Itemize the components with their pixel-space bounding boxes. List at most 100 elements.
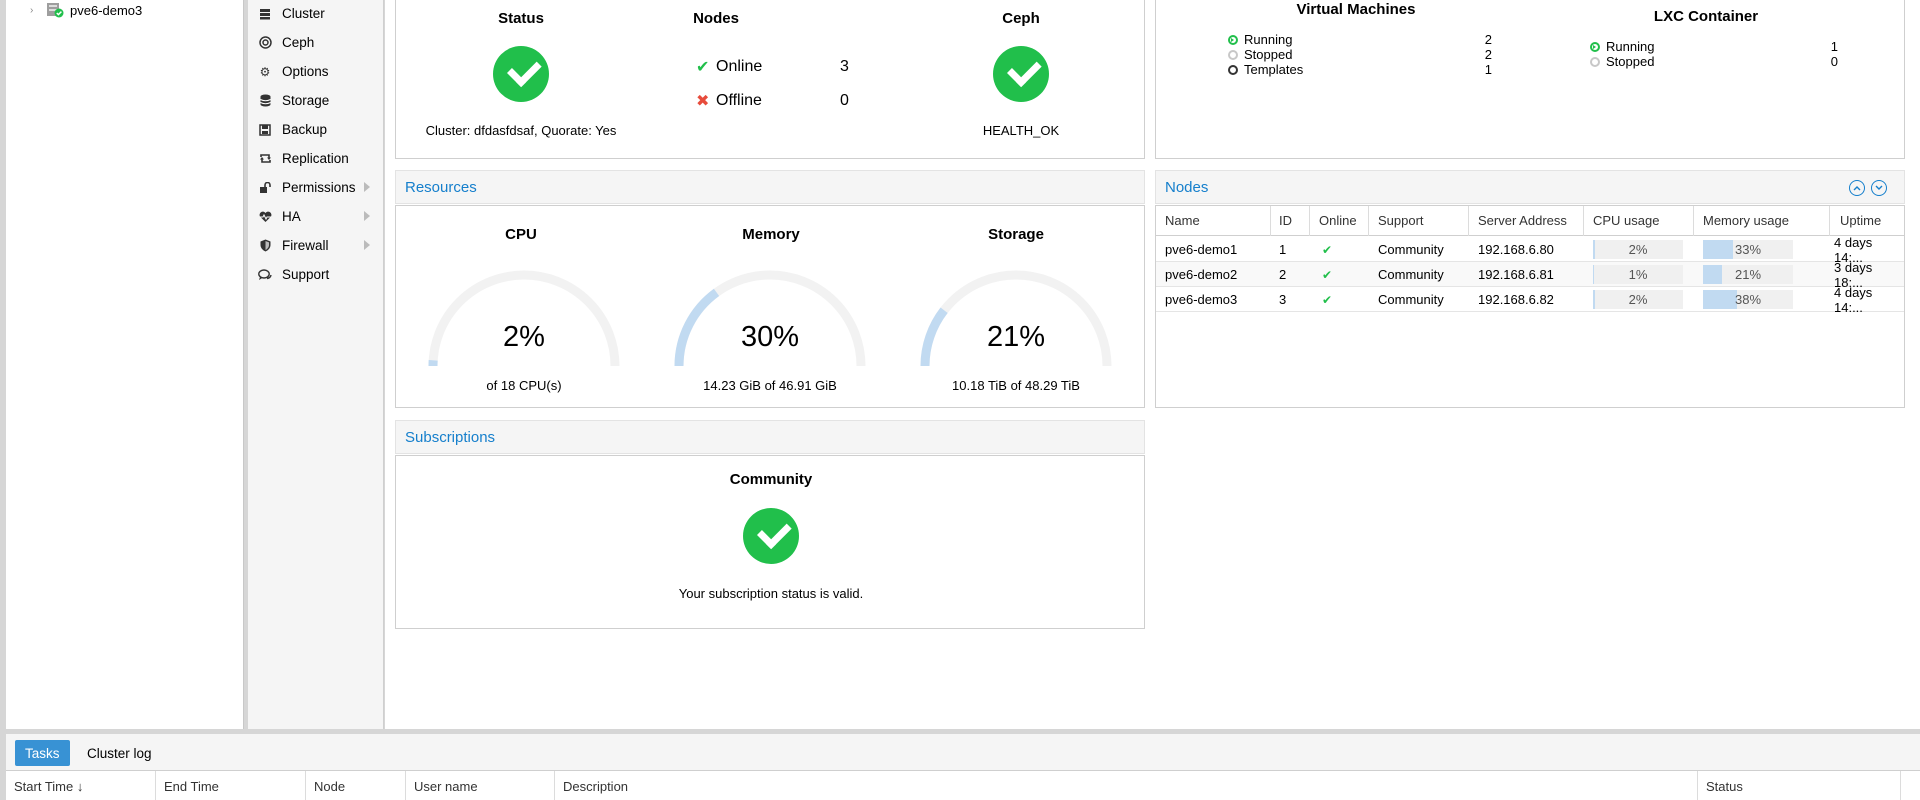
vm-templates-count: 1 — [1484, 62, 1492, 77]
online-label: Online — [716, 58, 763, 75]
subscriptions-panel: Community Your subscription status is va… — [395, 455, 1145, 629]
vm-stopped-label: Stopped — [1244, 47, 1293, 62]
column-divider[interactable] — [1309, 206, 1310, 236]
node-support-cell: Community — [1378, 267, 1444, 282]
nodes-grid-title: Nodes — [1165, 178, 1209, 196]
guests-panel: Virtual Machines Running 2 Stopped 2 Tem… — [1155, 0, 1905, 159]
table-row[interactable]: pve6-demo2 2 ✔ Community 192.168.6.81 1%… — [1156, 259, 1904, 290]
offline-count: 0 — [840, 92, 849, 109]
lxc-stopped-count: 0 — [1830, 54, 1838, 69]
nav-item-support[interactable]: Support — [248, 260, 384, 289]
table-row[interactable]: pve6-demo3 3 ✔ Community 192.168.6.82 2%… — [1156, 284, 1904, 315]
node-address-cell: 192.168.6.80 — [1478, 242, 1554, 257]
cpu-gauge-text: of 18 CPU(s) — [486, 378, 562, 393]
cpu-usage-text: 1% — [1628, 267, 1648, 282]
node-id-cell: 1 — [1279, 242, 1287, 257]
subscription-title: Community — [729, 471, 813, 488]
cpu-usage-bar: 2% — [1593, 240, 1683, 259]
chevron-right-icon[interactable]: › — [30, 5, 42, 16]
resources-header: Resources — [395, 170, 1145, 204]
col-header-start-time[interactable]: Start Time ↓ — [6, 771, 156, 800]
node-uptime-cell: 4 days 14:... — [1834, 234, 1873, 265]
running-status-icon — [1228, 34, 1238, 45]
unlock-icon — [258, 181, 272, 195]
nodes-grid: Name ID Online Support Server Address CP… — [1155, 205, 1905, 408]
col-header-address[interactable]: Server Address — [1478, 213, 1567, 228]
col-header-name[interactable]: Name — [1165, 213, 1200, 228]
column-divider[interactable] — [1829, 206, 1830, 236]
col-header-memory[interactable]: Memory usage — [1703, 213, 1789, 228]
node-name-cell: pve6-demo2 — [1165, 267, 1238, 282]
node-uptime-cell: 4 days 14:... — [1834, 284, 1873, 315]
nav-item-cluster[interactable]: Cluster — [248, 0, 384, 28]
memory-usage-text: 38% — [1734, 292, 1762, 307]
col-header-id[interactable]: ID — [1279, 213, 1292, 228]
column-divider[interactable] — [1693, 206, 1694, 236]
floppy-icon — [258, 123, 272, 137]
nav-item-replication[interactable]: Replication — [248, 144, 384, 173]
retweet-icon — [258, 152, 272, 166]
shield-icon — [258, 239, 272, 253]
ceph-icon — [258, 36, 272, 50]
lxc-title: LXC Container — [1653, 8, 1759, 25]
nav-item-ceph[interactable]: Ceph — [248, 28, 384, 57]
node-uptime-cell: 3 days 18:... — [1834, 259, 1873, 290]
vm-stopped-count: 2 — [1484, 47, 1492, 62]
col-header-end-time[interactable]: End Time — [156, 771, 306, 800]
vm-running-count: 2 — [1484, 32, 1492, 47]
nav-item-firewall[interactable]: Firewall — [248, 231, 384, 260]
column-divider[interactable] — [1368, 206, 1369, 236]
check-circle-icon — [493, 46, 549, 102]
col-header-cpu[interactable]: CPU usage — [1593, 213, 1659, 228]
nav-item-backup[interactable]: Backup — [248, 115, 384, 144]
tab-tasks[interactable]: Tasks — [15, 740, 70, 766]
lxc-running-row: Running 1 — [1590, 39, 1838, 54]
cpu-title: CPU — [505, 226, 537, 243]
col-header-uptime[interactable]: Uptime — [1840, 213, 1881, 228]
nav-item-label: Permissions — [282, 180, 356, 195]
tab-cluster-log[interactable]: Cluster log — [77, 740, 162, 766]
col-header-description[interactable]: Description — [555, 771, 1698, 800]
memory-usage-bar: 38% — [1703, 290, 1793, 309]
submenu-arrow-icon[interactable] — [364, 211, 370, 221]
vm-templates-row: Templates 1 — [1228, 62, 1492, 77]
offline-label: Offline — [716, 92, 762, 109]
nav-item-ha[interactable]: HA — [248, 202, 384, 231]
database-icon — [258, 94, 272, 108]
table-row[interactable]: pve6-demo1 1 ✔ Community 192.168.6.80 2%… — [1156, 234, 1904, 265]
node-address-cell: 192.168.6.82 — [1478, 292, 1554, 307]
check-icon: ✔ — [1322, 267, 1333, 282]
collapse-up-icon[interactable] — [1849, 180, 1865, 196]
column-divider[interactable] — [1468, 206, 1469, 236]
col-header-status[interactable]: Status — [1698, 771, 1901, 800]
memory-gauge-text: 14.23 GiB of 46.91 GiB — [703, 378, 837, 393]
bottom-panel: Tasks Cluster log Start Time ↓ End Time … — [6, 734, 1920, 800]
column-divider[interactable] — [1583, 206, 1584, 236]
resources-panel: CPU 2% of 18 CPU(s) Memory 30% 14.23 GiB… — [395, 205, 1145, 408]
storage-title: Storage — [988, 226, 1044, 243]
nav-item-options[interactable]: ⚙ Options — [248, 57, 384, 86]
column-divider[interactable] — [1270, 206, 1271, 236]
nav-item-storage[interactable]: Storage — [248, 86, 384, 115]
submenu-arrow-icon[interactable] — [364, 182, 370, 192]
times-icon: ✖ — [696, 93, 710, 110]
col-header-online[interactable]: Online — [1319, 213, 1357, 228]
submenu-arrow-icon[interactable] — [364, 240, 370, 250]
col-header-support[interactable]: Support — [1378, 213, 1424, 228]
nodes-grid-header: Nodes — [1155, 170, 1905, 204]
lxc-stopped-label: Stopped — [1606, 54, 1655, 69]
subscriptions-header: Subscriptions — [395, 420, 1145, 454]
vm-title: Virtual Machines — [1296, 1, 1416, 18]
subscription-text: Your subscription status is valid. — [678, 586, 864, 601]
cpu-usage-bar: 1% — [1593, 265, 1683, 284]
stopped-status-icon — [1590, 56, 1600, 67]
nav-item-permissions[interactable]: Permissions — [248, 173, 384, 202]
vm-running-label: Running — [1244, 32, 1293, 47]
resource-tree: › pve6-demo3 — [6, 0, 244, 729]
nodes-offline-row: ✖ Offline 0 — [696, 91, 849, 111]
comments-icon — [258, 268, 272, 282]
col-header-node[interactable]: Node — [306, 771, 406, 800]
col-header-user-name[interactable]: User name — [406, 771, 555, 800]
tree-node-pve6-demo3[interactable]: › pve6-demo3 — [30, 0, 142, 20]
expand-down-icon[interactable] — [1871, 180, 1887, 196]
